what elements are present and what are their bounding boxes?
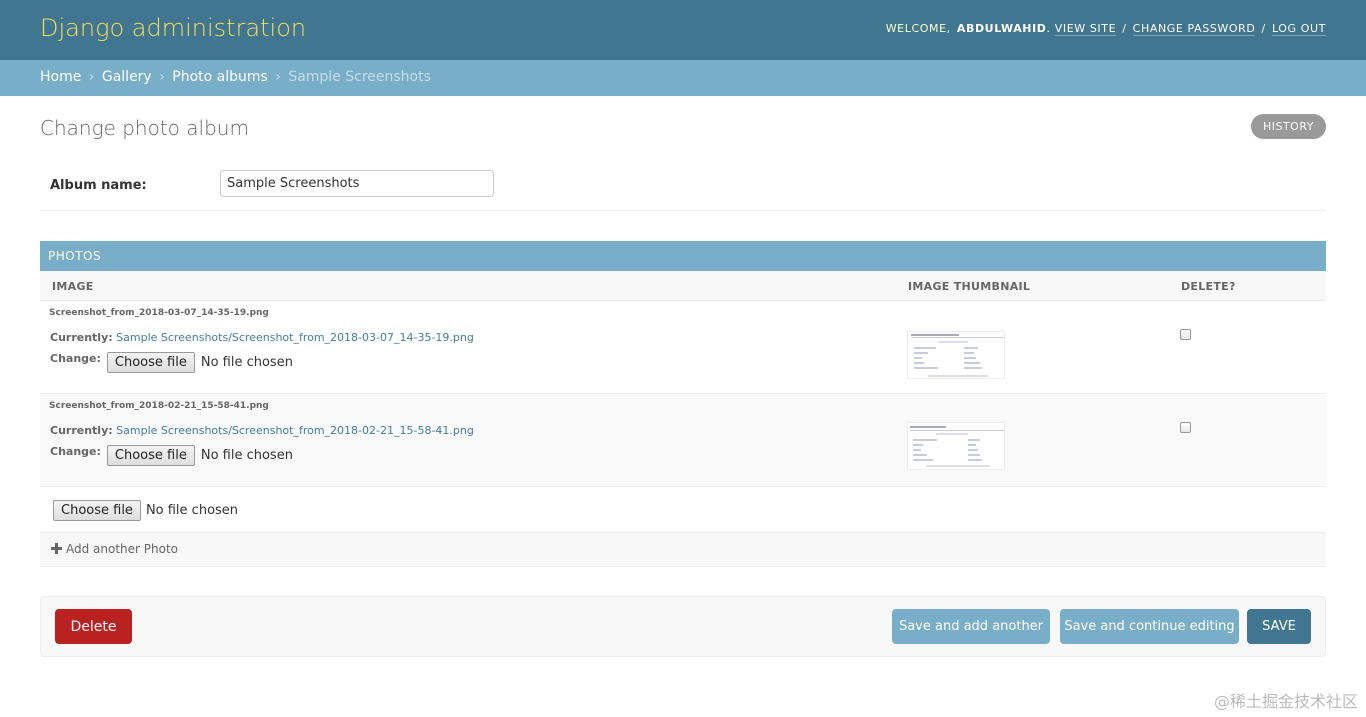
plus-icon xyxy=(51,543,62,554)
column-delete: DELETE? xyxy=(1181,280,1236,293)
breadcrumb-separator: › xyxy=(159,69,165,85)
log-out-link[interactable]: LOG OUT xyxy=(1271,22,1326,36)
save-and-add-another-button[interactable]: Save and add another xyxy=(892,609,1050,644)
photos-table-header: IMAGE IMAGE THUMBNAIL DELETE? xyxy=(40,271,1326,301)
change-label: Change: xyxy=(50,445,101,458)
header: Django administration WELCOME, ABDULWAHI… xyxy=(0,0,1366,60)
album-name-label: Album name: xyxy=(50,178,147,193)
breadcrumb: Home › Gallery › Photo albums › Sample S… xyxy=(0,60,1366,96)
album-name-input[interactable] xyxy=(220,170,494,197)
choose-file-button[interactable]: Choose file xyxy=(106,352,195,373)
breadcrumb-separator: › xyxy=(275,69,281,85)
change-line: Change: Choose file No file chosen xyxy=(50,352,293,373)
photos-inline-group: PHOTOS IMAGE IMAGE THUMBNAIL DELETE? Scr… xyxy=(40,241,1326,567)
image-thumbnail[interactable] xyxy=(907,331,1005,379)
current-file-link[interactable]: Sample Screenshots/Screenshot_from_2018-… xyxy=(116,331,474,344)
submit-row: Delete Save and add another Save and con… xyxy=(40,596,1326,657)
change-line: Change: Choose file No file chosen xyxy=(50,445,293,466)
breadcrumb-gallery[interactable]: Gallery xyxy=(102,69,152,85)
add-another-row[interactable]: Add another Photo xyxy=(40,533,1326,567)
add-another-photo-link[interactable]: Add another Photo xyxy=(66,542,178,556)
choose-file-button[interactable]: Choose file xyxy=(53,500,141,521)
breadcrumb-current: Sample Screenshots xyxy=(288,69,431,85)
no-file-text: No file chosen xyxy=(200,448,293,463)
site-name[interactable]: Django administration xyxy=(40,14,306,42)
original-filename: Screenshot_from_2018-03-07_14-35-19.png xyxy=(49,308,269,318)
currently-label: Currently: xyxy=(50,424,113,437)
original-filename: Screenshot_from_2018-02-21_15-58-41.png xyxy=(49,401,269,411)
no-file-text: No file chosen xyxy=(200,355,293,370)
breadcrumb-home[interactable]: Home xyxy=(40,69,81,85)
delete-checkbox[interactable] xyxy=(1180,422,1191,433)
separator: / xyxy=(1122,22,1127,35)
change-password-link[interactable]: CHANGE PASSWORD xyxy=(1132,22,1256,36)
breadcrumb-photo-albums[interactable]: Photo albums xyxy=(172,69,268,85)
page-title: Change photo album xyxy=(40,116,249,140)
separator: / xyxy=(1261,22,1266,35)
history-button[interactable]: HISTORY xyxy=(1251,114,1326,139)
watermark: @稀土掘金技术社区 xyxy=(1213,692,1358,711)
choose-file-button[interactable]: Choose file xyxy=(106,445,195,466)
no-file-text: No file chosen xyxy=(145,503,239,518)
username: ABDULWAHID xyxy=(956,22,1047,35)
save-and-continue-button[interactable]: Save and continue editing xyxy=(1060,609,1239,644)
user-tools: WELCOME, ABDULWAHID. VIEW SITE / CHANGE … xyxy=(885,22,1326,36)
save-button[interactable]: SAVE xyxy=(1247,609,1311,644)
currently-line: Currently: Sample Screenshots/Screenshot… xyxy=(50,424,474,437)
file-input: Choose file No file chosen xyxy=(53,500,238,521)
currently-label: Currently: xyxy=(50,331,113,344)
photos-heading: PHOTOS xyxy=(40,241,1326,271)
delete-button[interactable]: Delete xyxy=(55,609,132,644)
currently-line: Currently: Sample Screenshots/Screenshot… xyxy=(50,331,474,344)
table-row: Screenshot_from_2018-02-21_15-58-41.png … xyxy=(40,394,1326,487)
view-site-link[interactable]: VIEW SITE xyxy=(1054,22,1117,36)
breadcrumb-separator: › xyxy=(88,69,95,85)
image-thumbnail[interactable] xyxy=(907,422,1005,470)
current-file-link[interactable]: Sample Screenshots/Screenshot_from_2018-… xyxy=(116,424,474,437)
album-name-row: Album name: xyxy=(40,160,1326,211)
change-label: Change: xyxy=(50,352,101,365)
welcome-text: WELCOME, xyxy=(885,22,951,35)
column-image-thumbnail: IMAGE THUMBNAIL xyxy=(908,280,1031,293)
table-row: Screenshot_from_2018-03-07_14-35-19.png … xyxy=(40,301,1326,394)
empty-photo-form: Choose file No file chosen xyxy=(40,487,1326,533)
delete-checkbox[interactable] xyxy=(1180,329,1191,340)
column-image: IMAGE xyxy=(52,280,94,293)
